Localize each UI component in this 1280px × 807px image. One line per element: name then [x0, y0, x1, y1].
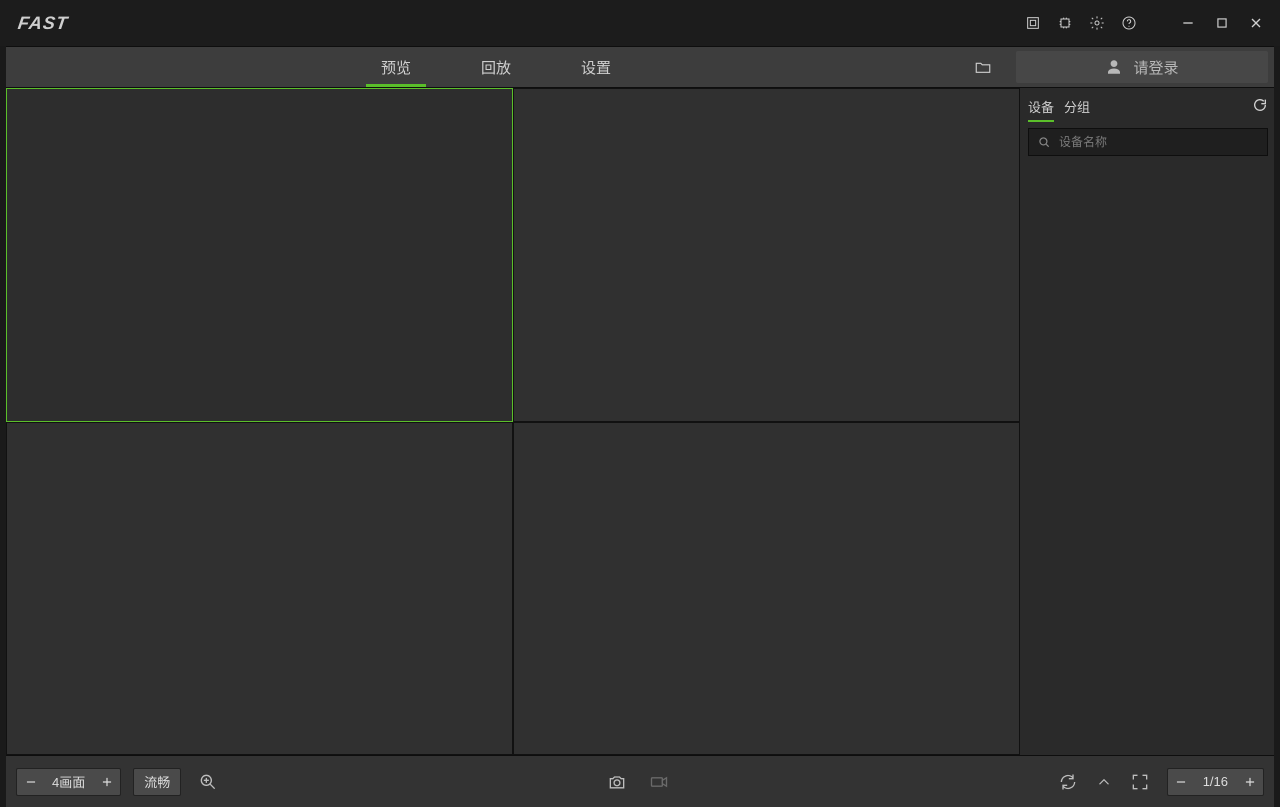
page-stepper: 1/16 — [1167, 768, 1264, 796]
video-cell[interactable] — [513, 422, 1020, 756]
close-button[interactable] — [1246, 13, 1266, 33]
layout-increase-button[interactable] — [93, 768, 121, 796]
page-indicator: 1/16 — [1195, 768, 1236, 796]
maximize-button[interactable] — [1212, 13, 1232, 33]
chevron-up-icon[interactable] — [1095, 767, 1113, 797]
search-icon — [1037, 135, 1051, 149]
footer-toolbar: 4画面 流畅 1/16 — [6, 755, 1274, 807]
page-prev-button[interactable] — [1167, 768, 1195, 796]
device-sidebar: 设备 分组 — [1020, 88, 1274, 755]
video-grid — [6, 88, 1020, 755]
login-button[interactable]: 请登录 — [1016, 51, 1268, 83]
cycle-icon[interactable] — [1053, 767, 1083, 797]
login-label: 请登录 — [1133, 57, 1178, 78]
main-tabs: 预览 回放 设置 — [346, 47, 646, 87]
layout-decrease-button[interactable] — [16, 768, 44, 796]
folder-icon[interactable] — [962, 47, 1004, 87]
layout-label: 4画面 — [44, 768, 93, 796]
video-cell[interactable] — [513, 88, 1020, 422]
sidebar-tabs: 设备 分组 — [1028, 90, 1268, 122]
app-logo: FAST — [17, 13, 70, 34]
minimize-button[interactable] — [1178, 13, 1198, 33]
video-cell[interactable] — [6, 422, 513, 756]
zoom-in-icon[interactable] — [193, 767, 223, 797]
cpu-icon[interactable] — [1056, 14, 1074, 32]
title-bar: FAST — [0, 0, 1280, 46]
tab-playback[interactable]: 回放 — [446, 47, 546, 87]
quality-button[interactable]: 流畅 — [133, 768, 181, 796]
device-search-box[interactable] — [1028, 128, 1268, 156]
help-icon[interactable] — [1120, 14, 1138, 32]
gear-icon[interactable] — [1088, 14, 1106, 32]
refresh-icon[interactable] — [1252, 97, 1268, 116]
page-next-button[interactable] — [1236, 768, 1264, 796]
camera-icon[interactable] — [602, 767, 632, 797]
sidebar-tab-group[interactable]: 分组 — [1064, 93, 1090, 120]
sidebar-tab-device[interactable]: 设备 — [1028, 93, 1054, 120]
titlebar-icon-group — [1024, 13, 1266, 33]
device-search-input[interactable] — [1059, 135, 1259, 149]
main-area: 设备 分组 — [0, 88, 1280, 755]
video-cell[interactable] — [6, 88, 513, 422]
fullscreen-icon[interactable] — [1125, 767, 1155, 797]
tab-settings[interactable]: 设置 — [546, 47, 646, 87]
tab-preview[interactable]: 预览 — [346, 47, 446, 87]
layout-stepper: 4画面 — [16, 768, 121, 796]
screenshot-icon[interactable] — [1024, 14, 1042, 32]
record-icon[interactable] — [644, 767, 674, 797]
header-row: 预览 回放 设置 请登录 — [6, 46, 1274, 88]
